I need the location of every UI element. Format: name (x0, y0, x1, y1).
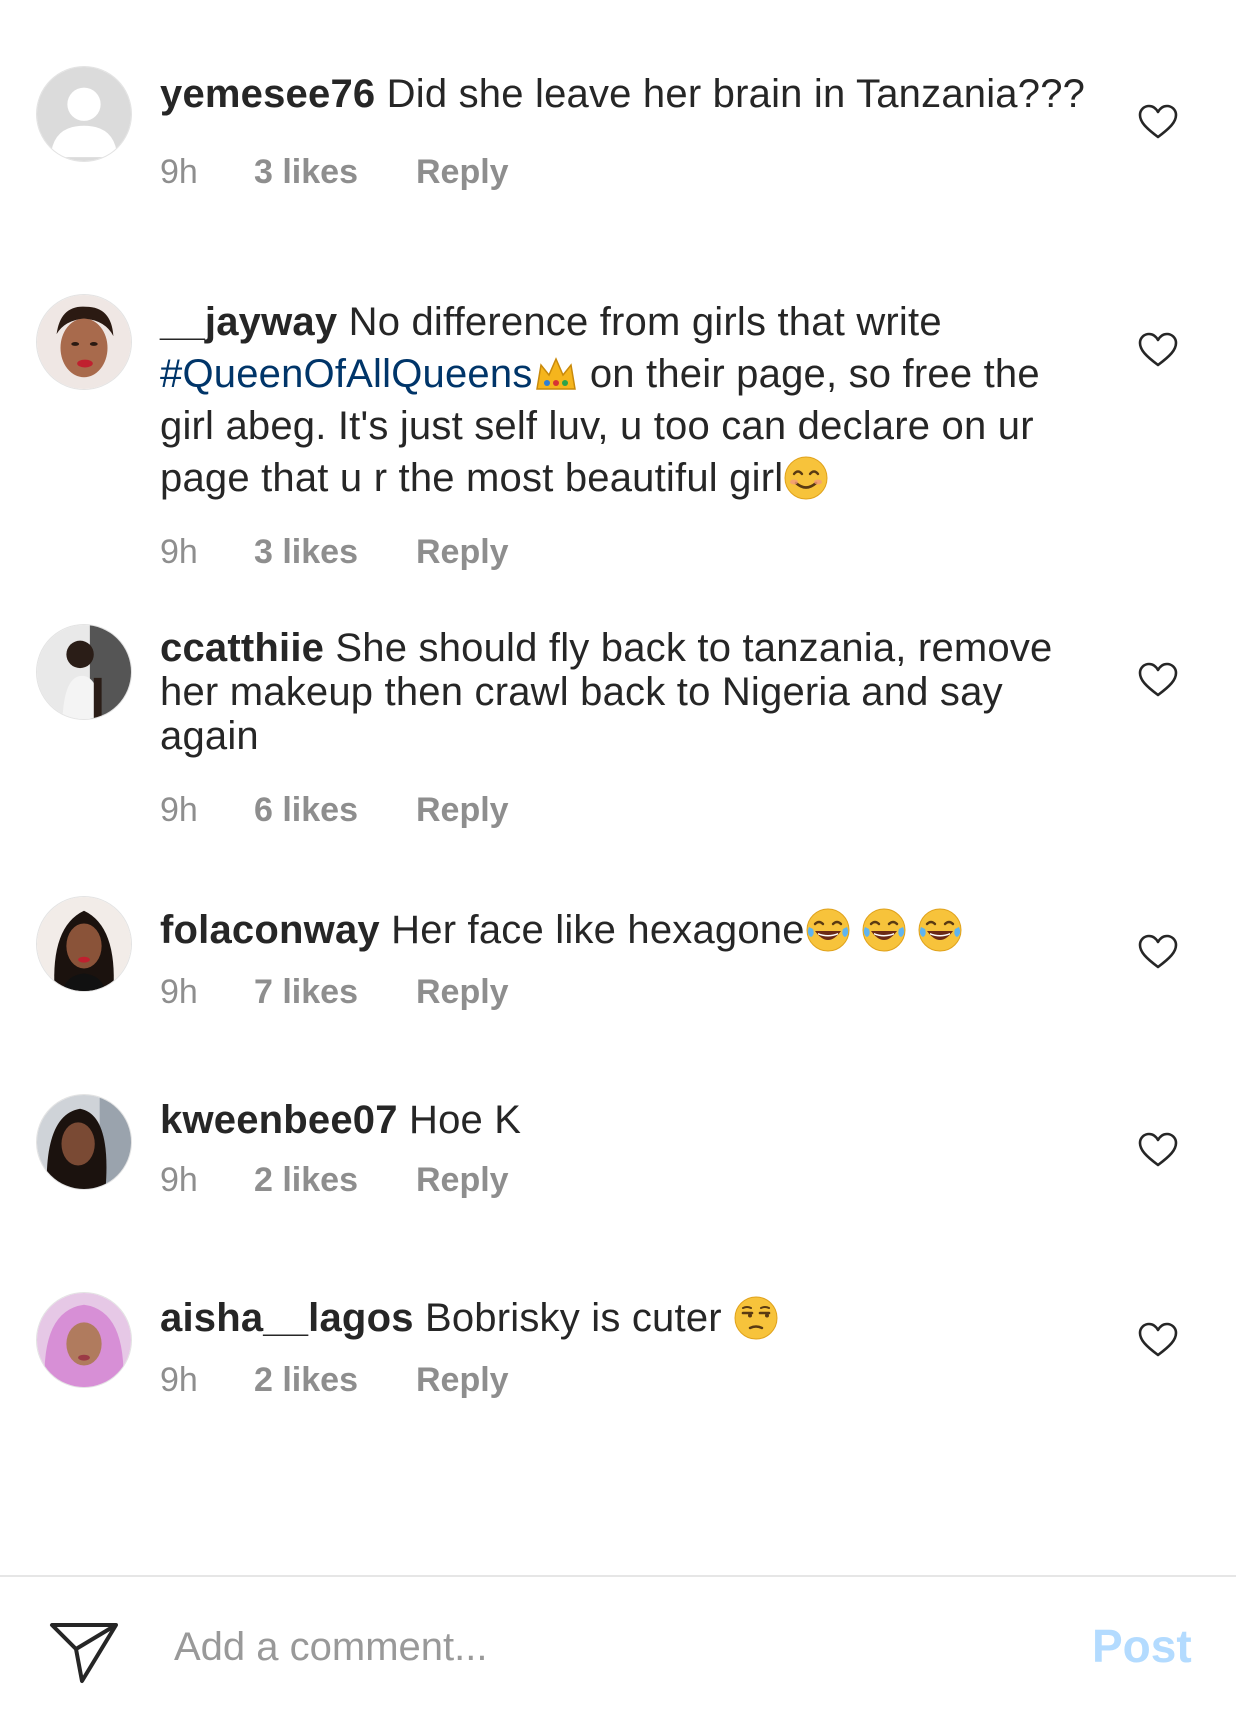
comment-meta: 9h 7 likes Reply (160, 970, 1090, 1014)
heart-icon[interactable] (1138, 104, 1178, 140)
comment-message: Did she leave her brain in Tanzania??? (375, 72, 1086, 116)
comment-body: yemesee76 Did she leave her brain in Tan… (160, 68, 1090, 194)
comment-body: kweenbee07 Hoe K 9h 2 likes Reply (160, 1094, 1090, 1202)
comment-input[interactable] (172, 1611, 1056, 1683)
comment-text: __jayway No difference from girls that w… (160, 296, 1090, 504)
comment-body: folaconway Her face like hexagone 9h 7 li… (160, 904, 1090, 1014)
heart-icon[interactable] (1138, 332, 1178, 368)
comment-time: 9h (160, 791, 198, 829)
comment-username[interactable]: kweenbee07 (160, 1098, 398, 1142)
unamused-face-emoji (733, 1295, 779, 1341)
reply-button[interactable]: Reply (416, 1358, 509, 1402)
tears-of-joy-emoji (917, 907, 963, 953)
avatar[interactable] (36, 1094, 132, 1190)
comment-likes[interactable]: 3 likes (254, 530, 416, 574)
tears-of-joy-emoji (861, 907, 907, 953)
reply-button[interactable]: Reply (416, 150, 509, 194)
heart-icon[interactable] (1138, 934, 1178, 970)
smiling-face-emoji (783, 455, 829, 501)
avatar-default[interactable] (36, 66, 132, 162)
comment-text: yemesee76 Did she leave her brain in Tan… (160, 68, 1090, 120)
tears-of-joy-emoji (805, 907, 851, 953)
comment-text: kweenbee07 Hoe K (160, 1094, 1090, 1146)
comment-username[interactable]: __jayway (160, 300, 337, 344)
avatar[interactable] (36, 624, 132, 720)
comment-meta: 9h 3 likes Reply (160, 150, 1090, 194)
reply-button[interactable]: Reply (416, 788, 509, 832)
comment-time: 9h (160, 153, 198, 191)
comment-meta: 9h 2 likes Reply (160, 1158, 1090, 1202)
comment-message: Bobrisky is cuter (413, 1296, 734, 1340)
comment-likes[interactable]: 7 likes (254, 970, 416, 1014)
comment-likes[interactable]: 2 likes (254, 1358, 416, 1402)
crown-emoji (533, 351, 579, 397)
comment-meta: 9h 3 likes Reply (160, 530, 1090, 574)
comment-text: aisha__lagos Bobrisky is cuter (160, 1292, 1090, 1344)
comment-time: 9h (160, 1161, 198, 1199)
comment-time: 9h (160, 973, 198, 1011)
paper-plane-icon[interactable] (48, 1617, 120, 1689)
comment-likes[interactable]: 6 likes (254, 788, 416, 832)
avatar[interactable] (36, 1292, 132, 1388)
comment-likes[interactable]: 3 likes (254, 150, 416, 194)
comment-message: Her face like hexagone (379, 908, 805, 952)
post-button[interactable]: Post (1092, 1611, 1192, 1681)
comment-meta: 9h 2 likes Reply (160, 1358, 1090, 1402)
comment-time: 9h (160, 533, 198, 571)
comment-username[interactable]: folaconway (160, 908, 380, 952)
comment-body: __jayway No difference from girls that w… (160, 296, 1090, 574)
comment-username[interactable]: ccatthiie (160, 626, 324, 670)
comment-message: Hoe K (397, 1098, 522, 1142)
comment-composer: Post (0, 1575, 1236, 1713)
heart-icon[interactable] (1138, 1132, 1178, 1168)
comment-username[interactable]: aisha__lagos (160, 1296, 414, 1340)
reply-button[interactable]: Reply (416, 530, 509, 574)
reply-button[interactable]: Reply (416, 970, 509, 1014)
comment-message-part-1: No difference from girls that write (337, 300, 942, 344)
comment-body: aisha__lagos Bobrisky is cuter 9h 2 likes… (160, 1292, 1090, 1402)
hashtag-link[interactable]: #QueenOfAllQueens (160, 352, 533, 396)
comment-body: ccatthiie She should fly back to tanzani… (160, 626, 1090, 832)
heart-icon[interactable] (1138, 1322, 1178, 1358)
comment-text: ccatthiie She should fly back to tanzani… (160, 626, 1090, 758)
avatar[interactable] (36, 294, 132, 390)
reply-button[interactable]: Reply (416, 1158, 509, 1202)
comment-time: 9h (160, 1361, 198, 1399)
comment-likes[interactable]: 2 likes (254, 1158, 416, 1202)
comment-text: folaconway Her face like hexagone (160, 904, 1090, 956)
avatar[interactable] (36, 896, 132, 992)
heart-icon[interactable] (1138, 662, 1178, 698)
comment-username[interactable]: yemesee76 (160, 72, 375, 116)
comment-meta: 9h 6 likes Reply (160, 788, 1090, 832)
